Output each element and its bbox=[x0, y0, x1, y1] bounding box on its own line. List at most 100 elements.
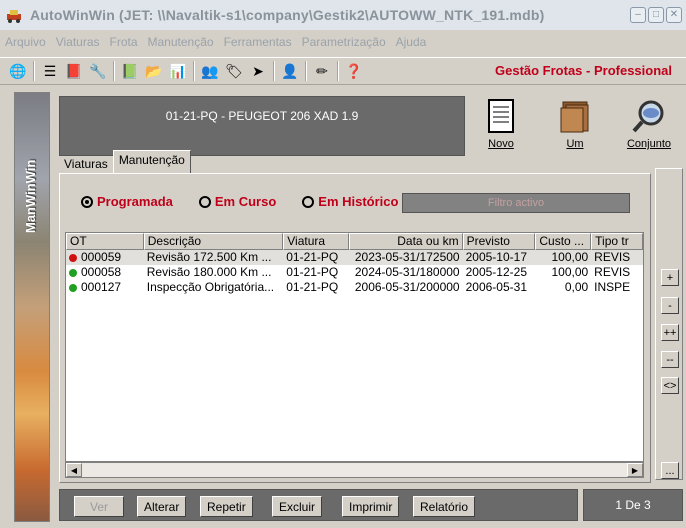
cell-custo: 100,00 bbox=[551, 250, 589, 264]
radio-off-icon bbox=[198, 195, 211, 208]
radio-em-historico[interactable]: Em Histórico bbox=[302, 194, 398, 209]
radio-on-icon bbox=[81, 195, 93, 208]
help-icon[interactable]: ❓ bbox=[345, 62, 363, 80]
cell-previsto: 2006-05-31 bbox=[465, 280, 527, 294]
radio-em-historico-label: Em Histórico bbox=[318, 194, 399, 209]
cell-ot: 000127 bbox=[81, 280, 122, 294]
cell-tipo: INSPE bbox=[594, 280, 631, 294]
table-row[interactable]: 000127 Inspecção Obrigatória... 01-21-PQ… bbox=[66, 280, 643, 295]
globe-icon[interactable]: 🌐 bbox=[9, 62, 27, 80]
col-descricao[interactable]: Descrição bbox=[143, 233, 284, 250]
menu-ajuda[interactable]: Ajuda bbox=[391, 35, 432, 53]
col-previsto[interactable]: Previsto bbox=[462, 233, 536, 250]
title-bar: AutoWinWin (JET: \\Navaltik-s1\company\G… bbox=[0, 0, 686, 30]
toggle-button[interactable]: <> bbox=[661, 377, 679, 394]
document-icon bbox=[483, 98, 519, 134]
alterar-button[interactable]: Alterar bbox=[137, 496, 187, 517]
table-header: OT Descrição Viatura Data ou km Previsto… bbox=[66, 233, 643, 250]
cell-previsto: 2005-10-17 bbox=[465, 250, 527, 264]
pencil-icon[interactable]: ✏ bbox=[313, 62, 331, 80]
relatorio-button[interactable]: Relatório bbox=[413, 496, 476, 517]
radio-em-curso[interactable]: Em Curso bbox=[198, 194, 277, 209]
add-all-button[interactable]: ++ bbox=[661, 324, 679, 341]
radio-em-curso-label: Em Curso bbox=[214, 194, 277, 209]
radio-programada-label: Programada bbox=[97, 194, 173, 209]
cell-data: 2006-05-31/200000 bbox=[354, 280, 460, 294]
user-icon[interactable]: 👤 bbox=[281, 62, 299, 80]
magnifier-icon bbox=[631, 98, 667, 134]
sidebar-banner: ManWinWin bbox=[14, 92, 50, 522]
people-icon[interactable]: 👥 bbox=[201, 62, 219, 80]
ok-icon bbox=[69, 283, 77, 292]
app-icon bbox=[6, 6, 24, 24]
novo-button[interactable]: Novo bbox=[478, 98, 524, 158]
work-orders-table: OT Descrição Viatura Data ou km Previsto… bbox=[65, 232, 644, 462]
ok-icon bbox=[69, 268, 77, 277]
cell-descricao: Revisão 172.500 Km ... bbox=[146, 250, 272, 264]
folder-icon[interactable]: 📂 bbox=[145, 62, 163, 80]
horizontal-scrollbar[interactable]: ◀ ▶ bbox=[65, 462, 644, 478]
sidebar-logo-text: ManWinWin bbox=[23, 159, 38, 233]
maximize-button[interactable]: □ bbox=[648, 7, 664, 23]
cell-data: 2023-05-31/172500 bbox=[354, 250, 460, 264]
menu-frota[interactable]: Frota bbox=[105, 35, 143, 53]
table-row[interactable]: 000058 Revisão 180.000 Km ... 01-21-PQ 2… bbox=[66, 265, 643, 280]
tab-viaturas[interactable]: Viaturas bbox=[59, 155, 113, 173]
tag-icon[interactable]: 🏷 bbox=[225, 62, 243, 80]
radio-off-icon bbox=[302, 195, 315, 208]
minimize-button[interactable]: – bbox=[630, 7, 646, 23]
table-row[interactable]: 000059 Revisão 172.500 Km ... 01-21-PQ 2… bbox=[66, 250, 643, 265]
conjunto-button[interactable]: Conjunto bbox=[626, 98, 672, 158]
col-tipo[interactable]: Tipo tr bbox=[591, 233, 643, 250]
cell-viatura: 01-21-PQ bbox=[286, 280, 339, 294]
cell-descricao: Inspecção Obrigatória... bbox=[146, 280, 275, 294]
cell-ot: 000059 bbox=[81, 250, 122, 264]
book-icon[interactable]: 📕 bbox=[65, 62, 83, 80]
col-viatura[interactable]: Viatura bbox=[283, 233, 350, 250]
manual-icon[interactable]: 📗 bbox=[121, 62, 139, 80]
col-ot[interactable]: OT bbox=[66, 233, 144, 250]
more-button[interactable]: ... bbox=[661, 462, 679, 479]
tab-bar: Viaturas Manutenção bbox=[59, 150, 191, 173]
cell-descricao: Revisão 180.000 Km ... bbox=[146, 265, 272, 279]
add-button[interactable]: + bbox=[661, 269, 679, 286]
radio-programada[interactable]: Programada bbox=[81, 194, 173, 209]
chart-icon[interactable]: 📊 bbox=[169, 62, 187, 80]
um-button[interactable]: Um bbox=[552, 98, 598, 158]
vehicle-label: 01-21-PQ - PEUGEOT 206 XAD 1.9 bbox=[165, 109, 359, 123]
cell-viatura: 01-21-PQ bbox=[286, 250, 339, 264]
arrow-icon[interactable]: ➤ bbox=[249, 62, 267, 80]
vehicle-header: 01-21-PQ - PEUGEOT 206 XAD 1.9 bbox=[59, 96, 465, 156]
tab-manutencao[interactable]: Manutenção bbox=[112, 150, 191, 173]
cell-custo: 0,00 bbox=[564, 280, 589, 294]
cell-ot: 000058 bbox=[81, 265, 122, 279]
remove-all-button[interactable]: -- bbox=[661, 351, 679, 368]
remove-button[interactable]: - bbox=[661, 297, 679, 314]
conjunto-label: Conjunto bbox=[626, 138, 672, 150]
close-button[interactable]: ✕ bbox=[666, 7, 682, 23]
window-title: AutoWinWin (JET: \\Navaltik-s1\company\G… bbox=[30, 7, 545, 23]
cell-data: 2024-05-31/180000 bbox=[354, 265, 460, 279]
repetir-button[interactable]: Repetir bbox=[200, 496, 253, 517]
menu-ferramentas[interactable]: Ferramentas bbox=[219, 35, 297, 53]
col-custo[interactable]: Custo ... bbox=[535, 233, 592, 250]
cell-tipo: REVIS bbox=[594, 265, 631, 279]
menu-manutencao[interactable]: Manutenção bbox=[143, 35, 219, 53]
col-data[interactable]: Data ou km bbox=[349, 233, 463, 250]
scroll-left-icon[interactable]: ◀ bbox=[66, 463, 82, 477]
menu-arquivo[interactable]: Arquivo bbox=[0, 35, 51, 53]
imprimir-button[interactable]: Imprimir bbox=[342, 496, 400, 517]
menu-parametrizacao[interactable]: Parametrização bbox=[297, 35, 391, 53]
scroll-right-icon[interactable]: ▶ bbox=[627, 463, 643, 477]
menu-viaturas[interactable]: Viaturas bbox=[51, 35, 105, 53]
tools-icon[interactable]: 🔧 bbox=[89, 62, 107, 80]
cell-custo: 100,00 bbox=[551, 265, 589, 279]
novo-label: Novo bbox=[488, 138, 514, 150]
excluir-button[interactable]: Excluir bbox=[272, 496, 323, 517]
list-icon[interactable]: ☰ bbox=[41, 62, 59, 80]
menu-bar: Arquivo Viaturas Frota Manutenção Ferram… bbox=[0, 35, 431, 53]
filter-status: Filtro activo bbox=[402, 193, 630, 213]
ver-button[interactable]: Ver bbox=[74, 496, 124, 517]
cell-viatura: 01-21-PQ bbox=[286, 265, 339, 279]
filter-radio-group: Programada Em Curso Em Histórico bbox=[81, 194, 398, 209]
